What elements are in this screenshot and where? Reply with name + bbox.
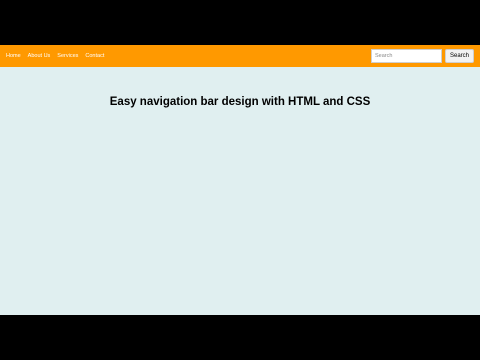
nav-links: Home About Us Services Contact: [6, 45, 104, 67]
nav-link-contact[interactable]: Contact: [85, 53, 104, 59]
nav-link-services[interactable]: Services: [57, 53, 78, 59]
letterbox-top: [0, 0, 480, 45]
web-page: Home About Us Services Contact Search Ea…: [0, 45, 480, 315]
search-input[interactable]: [370, 49, 442, 63]
navigation-bar: Home About Us Services Contact Search: [0, 45, 480, 67]
letterbox-bottom: [0, 315, 480, 360]
search-button[interactable]: Search: [444, 49, 474, 63]
page-title: Easy navigation bar design with HTML and…: [109, 96, 371, 108]
video-frame: Home About Us Services Contact Search Ea…: [0, 0, 480, 360]
nav-link-about-us[interactable]: About Us: [28, 53, 51, 59]
search-area: Search: [370, 48, 474, 64]
nav-link-home[interactable]: Home: [6, 53, 21, 59]
